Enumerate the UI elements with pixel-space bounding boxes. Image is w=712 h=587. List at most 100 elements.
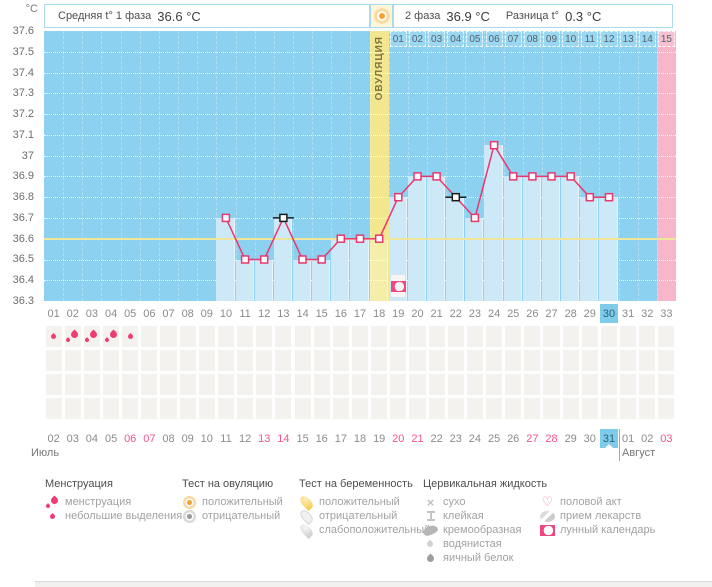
- symptom-cell[interactable]: [390, 326, 406, 347]
- symptom-cell[interactable]: [84, 350, 100, 371]
- symptom-cell[interactable]: [582, 326, 598, 347]
- symptom-cell[interactable]: [467, 398, 483, 419]
- symptom-cell[interactable]: [314, 326, 330, 347]
- symptom-cell[interactable]: [199, 398, 215, 419]
- symptom-cell[interactable]: [180, 326, 196, 347]
- symptom-cell[interactable]: [141, 398, 157, 419]
- symptom-cell[interactable]: [352, 350, 368, 371]
- symptom-cell[interactable]: [486, 398, 502, 419]
- symptom-cell[interactable]: [46, 326, 62, 347]
- symptom-cell[interactable]: [84, 326, 100, 347]
- symptom-cell[interactable]: [199, 326, 215, 347]
- symptom-cell[interactable]: [352, 374, 368, 395]
- temp-point[interactable]: [414, 173, 421, 180]
- symptom-cell[interactable]: [141, 374, 157, 395]
- symptom-cell[interactable]: [563, 350, 579, 371]
- symptom-cell[interactable]: [505, 350, 521, 371]
- symptom-cell[interactable]: [237, 398, 253, 419]
- symptom-cell[interactable]: [84, 398, 100, 419]
- symptom-cell[interactable]: [486, 374, 502, 395]
- temp-point[interactable]: [318, 256, 325, 263]
- symptom-cell[interactable]: [601, 350, 617, 371]
- symptom-cell[interactable]: [448, 326, 464, 347]
- temp-point[interactable]: [357, 235, 364, 242]
- symptom-cell[interactable]: [429, 374, 445, 395]
- symptom-cell[interactable]: [141, 326, 157, 347]
- symptom-cell[interactable]: [237, 374, 253, 395]
- temp-point[interactable]: [433, 173, 440, 180]
- symptom-cell[interactable]: [122, 326, 138, 347]
- symptom-cell[interactable]: [314, 398, 330, 419]
- symptom-cell[interactable]: [563, 398, 579, 419]
- symptom-cell[interactable]: [409, 326, 425, 347]
- temp-point[interactable]: [242, 256, 249, 263]
- symptom-cell[interactable]: [333, 326, 349, 347]
- symptom-cell[interactable]: [390, 374, 406, 395]
- symptom-cell[interactable]: [543, 350, 559, 371]
- symptom-cell[interactable]: [295, 326, 311, 347]
- symptom-cell[interactable]: [160, 398, 176, 419]
- symptom-cell[interactable]: [160, 350, 176, 371]
- symptom-cell[interactable]: [582, 374, 598, 395]
- symptom-cell[interactable]: [543, 374, 559, 395]
- symptom-cell[interactable]: [275, 350, 291, 371]
- symptom-cell[interactable]: [275, 398, 291, 419]
- symptom-cell[interactable]: [390, 398, 406, 419]
- symptom-cell[interactable]: [448, 374, 464, 395]
- symptom-cell[interactable]: [658, 326, 674, 347]
- symptom-cell[interactable]: [371, 398, 387, 419]
- symptom-cell[interactable]: [314, 374, 330, 395]
- temp-point[interactable]: [529, 173, 536, 180]
- symptom-cell[interactable]: [371, 350, 387, 371]
- symptom-cell[interactable]: [103, 350, 119, 371]
- symptom-cell[interactable]: [486, 326, 502, 347]
- symptom-cell[interactable]: [467, 326, 483, 347]
- symptom-cell[interactable]: [601, 326, 617, 347]
- symptom-cell[interactable]: [295, 374, 311, 395]
- symptom-cell[interactable]: [46, 398, 62, 419]
- symptom-cell[interactable]: [103, 374, 119, 395]
- symptom-cell[interactable]: [639, 326, 655, 347]
- temp-point[interactable]: [452, 194, 459, 201]
- temp-point[interactable]: [491, 142, 498, 149]
- symptom-cell[interactable]: [505, 374, 521, 395]
- symptom-cell[interactable]: [103, 326, 119, 347]
- temp-point[interactable]: [376, 235, 383, 242]
- symptom-cell[interactable]: [601, 374, 617, 395]
- symptom-cell[interactable]: [199, 350, 215, 371]
- symptom-cell[interactable]: [486, 350, 502, 371]
- symptom-cell[interactable]: [160, 326, 176, 347]
- symptom-cell[interactable]: [601, 398, 617, 419]
- temp-point[interactable]: [395, 194, 402, 201]
- symptom-cell[interactable]: [620, 326, 636, 347]
- symptom-cell[interactable]: [524, 398, 540, 419]
- symptom-cell[interactable]: [237, 350, 253, 371]
- symptom-cell[interactable]: [160, 374, 176, 395]
- symptom-cell[interactable]: [122, 350, 138, 371]
- temp-point[interactable]: [337, 235, 344, 242]
- symptom-cell[interactable]: [467, 374, 483, 395]
- symptom-cell[interactable]: [46, 374, 62, 395]
- symptom-cell[interactable]: [180, 374, 196, 395]
- symptom-cell[interactable]: [543, 398, 559, 419]
- symptom-cell[interactable]: [448, 350, 464, 371]
- symptom-cell[interactable]: [180, 350, 196, 371]
- symptom-cell[interactable]: [218, 350, 234, 371]
- symptom-cell[interactable]: [84, 374, 100, 395]
- symptom-cell[interactable]: [333, 374, 349, 395]
- symptom-cell[interactable]: [256, 374, 272, 395]
- symptom-cell[interactable]: [563, 374, 579, 395]
- symptom-cell[interactable]: [237, 326, 253, 347]
- symptom-cell[interactable]: [218, 398, 234, 419]
- temp-point[interactable]: [510, 173, 517, 180]
- horizontal-scrollbar[interactable]: [35, 581, 712, 587]
- symptom-cell[interactable]: [218, 326, 234, 347]
- symptom-cell[interactable]: [524, 326, 540, 347]
- symptom-cell[interactable]: [409, 374, 425, 395]
- symptom-cell[interactable]: [658, 398, 674, 419]
- symptom-cell[interactable]: [65, 326, 81, 347]
- symptom-cell[interactable]: [218, 374, 234, 395]
- temp-point[interactable]: [548, 173, 555, 180]
- symptom-cell[interactable]: [505, 398, 521, 419]
- temp-point[interactable]: [261, 256, 268, 263]
